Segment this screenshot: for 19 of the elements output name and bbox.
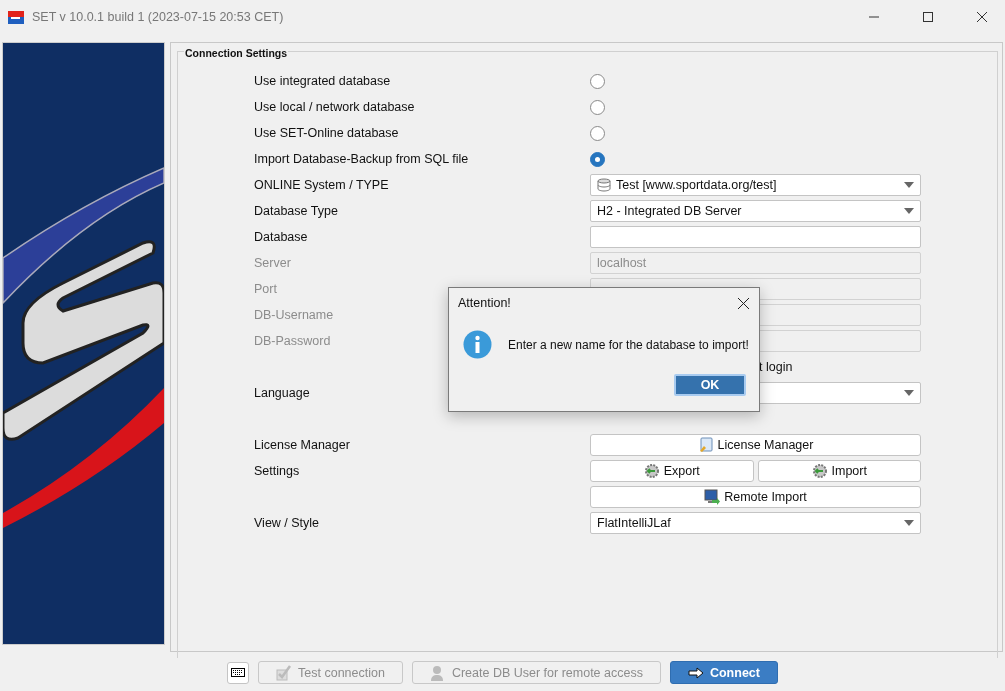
window-title: SET v 10.0.1 build 1 (2023-07-15 20:53 CET)	[32, 10, 285, 24]
dialog-message: Enter a new name for the database to import!	[508, 337, 749, 352]
field-label: DB-Username	[254, 308, 334, 322]
field-label: Server	[254, 256, 291, 270]
option-label: Use SET-Online database	[254, 126, 399, 140]
field-label: Port	[254, 282, 277, 296]
field-label: Database Type	[254, 204, 338, 218]
field-label: View / Style	[254, 516, 320, 530]
field-label: License Manager	[254, 438, 350, 452]
dialog-title: Attention!	[458, 296, 511, 310]
field-label: Database	[254, 230, 308, 244]
option-label: Import Database-Backup from SQL file	[254, 152, 469, 166]
field-label: Language	[254, 386, 310, 400]
field-label: DB-Password	[254, 334, 331, 348]
field-label: Settings	[254, 464, 300, 478]
field-label: ONLINE System / TYPE	[254, 178, 389, 192]
group-title: Connection Settings	[184, 47, 289, 59]
option-label: Use local / network database	[254, 100, 415, 114]
option-label: Use integrated database	[254, 74, 391, 88]
